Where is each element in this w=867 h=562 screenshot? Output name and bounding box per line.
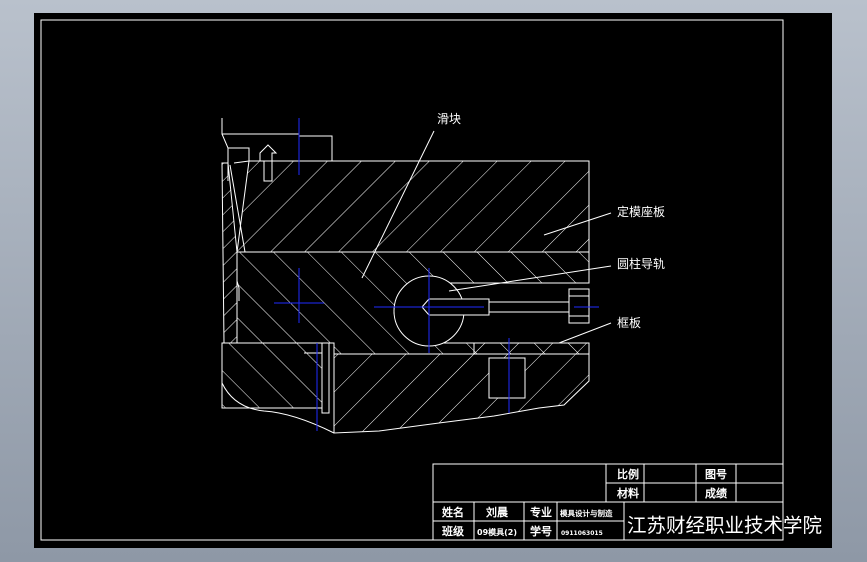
cad-viewport[interactable]: 滑块 定模座板 圆柱导轨 框板 比例 材料 图号 成绩 姓名 刘晨 专业 模具设… [34, 13, 832, 548]
student-no-label: 学号 [530, 524, 552, 538]
major-value: 模具设计与制造 [560, 508, 613, 518]
name-value: 刘晨 [486, 505, 509, 519]
drawing-no-label: 图号 [705, 468, 727, 481]
student-no-value: 0911063015 [561, 530, 603, 537]
school-name: 江苏财经职业技术学院 [627, 514, 822, 537]
frame-plate-section [333, 353, 590, 434]
callout-guide-rail: 圆柱导轨 [617, 256, 665, 271]
scale-label: 比例 [617, 467, 639, 481]
name-label: 姓名 [442, 505, 464, 519]
class-label: 班级 [442, 524, 465, 538]
lower-right-pocket [488, 357, 526, 399]
callout-frame-plate: 框板 [617, 316, 641, 330]
guide-rail-nut [568, 288, 590, 324]
cad-drawing: 滑块 定模座板 圆柱导轨 框板 比例 材料 图号 成绩 姓名 刘晨 专业 模具设… [40, 19, 822, 541]
grade-label: 成绩 [705, 486, 727, 500]
major-label: 专业 [530, 505, 552, 519]
frame-plate-right [473, 342, 590, 355]
callout-fixed-plate: 定模座板 [617, 204, 665, 219]
class-value: 09模具(2) [477, 527, 517, 537]
callout-slider: 滑块 [437, 112, 461, 126]
material-label: 材料 [617, 486, 639, 500]
top-flange [221, 118, 333, 164]
